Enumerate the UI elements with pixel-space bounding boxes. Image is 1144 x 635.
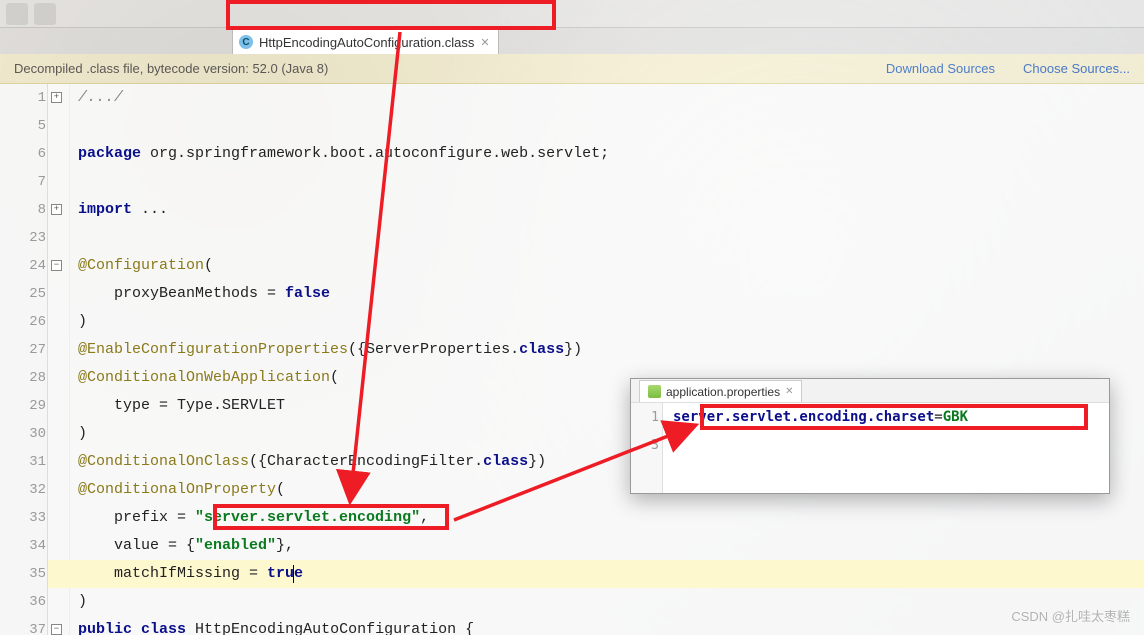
line-number: 3 (631, 438, 659, 453)
line-number: 31 (0, 448, 46, 476)
line-number: 37 (0, 616, 46, 635)
line-number: 33 (0, 504, 46, 532)
line-number: 5 (0, 112, 46, 140)
code-line[interactable]: 23 (48, 224, 1144, 252)
code-line[interactable]: 34 value = {"enabled"}, (48, 532, 1144, 560)
code-line[interactable]: 26) (48, 308, 1144, 336)
code-text: import ... (48, 196, 168, 224)
editor-tab-bar: C HttpEncodingAutoConfiguration.class ✕ (0, 28, 1144, 54)
code-line[interactable]: 8import ... (48, 196, 1144, 224)
line-number: 32 (0, 476, 46, 504)
properties-popup: application.properties ✕ 1 server.servlet… (630, 378, 1110, 494)
line-number: 29 (0, 392, 46, 420)
code-text: value = {"enabled"}, (48, 532, 294, 560)
code-text: public class HttpEncodingAutoConfigurati… (48, 616, 474, 635)
line-number: 28 (0, 364, 46, 392)
text-caret (293, 565, 294, 583)
line-number: 36 (0, 588, 46, 616)
code-line[interactable]: 33 prefix = "server.servlet.encoding", (48, 504, 1144, 532)
toolbar-button[interactable] (34, 3, 56, 25)
decompiled-banner: Decompiled .class file, bytecode version… (0, 54, 1144, 84)
property-value: GBK (943, 409, 968, 425)
code-line[interactable]: 25 proxyBeanMethods = false (48, 280, 1144, 308)
code-text: proxyBeanMethods = false (48, 280, 330, 308)
code-text: ) (48, 308, 87, 336)
code-line[interactable]: 27@EnableConfigurationProperties({Server… (48, 336, 1144, 364)
line-number: 27 (0, 336, 46, 364)
code-text: type = Type.SERVLET (48, 392, 285, 420)
property-key: server.servlet.encoding.charset (673, 409, 934, 425)
line-number: 1 (0, 84, 46, 112)
line-number: 25 (0, 280, 46, 308)
properties-line[interactable]: 3 (631, 431, 1109, 459)
properties-file-icon (648, 385, 661, 398)
code-text: /.../ (48, 84, 123, 112)
code-text: matchIfMissing = true (48, 560, 303, 588)
line-number: 26 (0, 308, 46, 336)
close-icon[interactable]: ✕ (785, 386, 793, 397)
line-number: 8 (0, 196, 46, 224)
line-number: 34 (0, 532, 46, 560)
line-number: 7 (0, 168, 46, 196)
code-text: @ConditionalOnProperty( (48, 476, 285, 504)
code-text: @EnableConfigurationProperties({ServerPr… (48, 336, 582, 364)
code-text: ) (48, 420, 87, 448)
popup-tab-application-properties[interactable]: application.properties ✕ (639, 380, 802, 402)
close-icon[interactable]: ✕ (480, 36, 489, 49)
popup-editor[interactable]: 1 server.servlet.encoding.charset=GBK 3 (631, 403, 1109, 493)
code-line[interactable]: 37public class HttpEncodingAutoConfigura… (48, 616, 1144, 635)
code-line[interactable]: 36) (48, 588, 1144, 616)
editor-tab-http-encoding[interactable]: C HttpEncodingAutoConfiguration.class ✕ (232, 29, 499, 54)
choose-sources-link[interactable]: Choose Sources... (1023, 61, 1130, 76)
watermark: CSDN @扎哇太枣糕 (1011, 606, 1130, 625)
code-editor[interactable]: 1/.../56package org.springframework.boot… (0, 84, 1144, 635)
line-number: 1 (631, 410, 659, 425)
equals-sign: = (934, 409, 942, 425)
line-number: 23 (0, 224, 46, 252)
code-text: @Configuration( (48, 252, 213, 280)
code-text: @ConditionalOnClass({CharacterEncodingFi… (48, 448, 546, 476)
editor-tab-label: HttpEncodingAutoConfiguration.class (259, 35, 474, 50)
popup-tab-bar: application.properties ✕ (631, 379, 1109, 403)
toolbar-button[interactable] (6, 3, 28, 25)
code-text: package org.springframework.boot.autocon… (48, 140, 609, 168)
line-number: 6 (0, 140, 46, 168)
code-line[interactable]: 5 (48, 112, 1144, 140)
class-file-icon: C (239, 35, 253, 49)
code-line[interactable]: 24@Configuration( (48, 252, 1144, 280)
code-text: @ConditionalOnWebApplication( (48, 364, 339, 392)
banner-text: Decompiled .class file, bytecode version… (14, 61, 328, 76)
code-line[interactable]: 6package org.springframework.boot.autoco… (48, 140, 1144, 168)
line-number: 24 (0, 252, 46, 280)
download-sources-link[interactable]: Download Sources (886, 61, 995, 76)
popup-tab-label: application.properties (666, 385, 780, 399)
ide-toolbar (0, 0, 1144, 28)
line-number: 35 (0, 560, 46, 588)
code-text: prefix = "server.servlet.encoding", (48, 504, 429, 532)
code-line[interactable]: 7 (48, 168, 1144, 196)
code-line[interactable]: 35 matchIfMissing = true (48, 560, 1144, 588)
code-line[interactable]: 1/.../ (48, 84, 1144, 112)
code-text: ) (48, 588, 87, 616)
line-number: 30 (0, 420, 46, 448)
properties-line[interactable]: 1 server.servlet.encoding.charset=GBK (631, 403, 1109, 431)
